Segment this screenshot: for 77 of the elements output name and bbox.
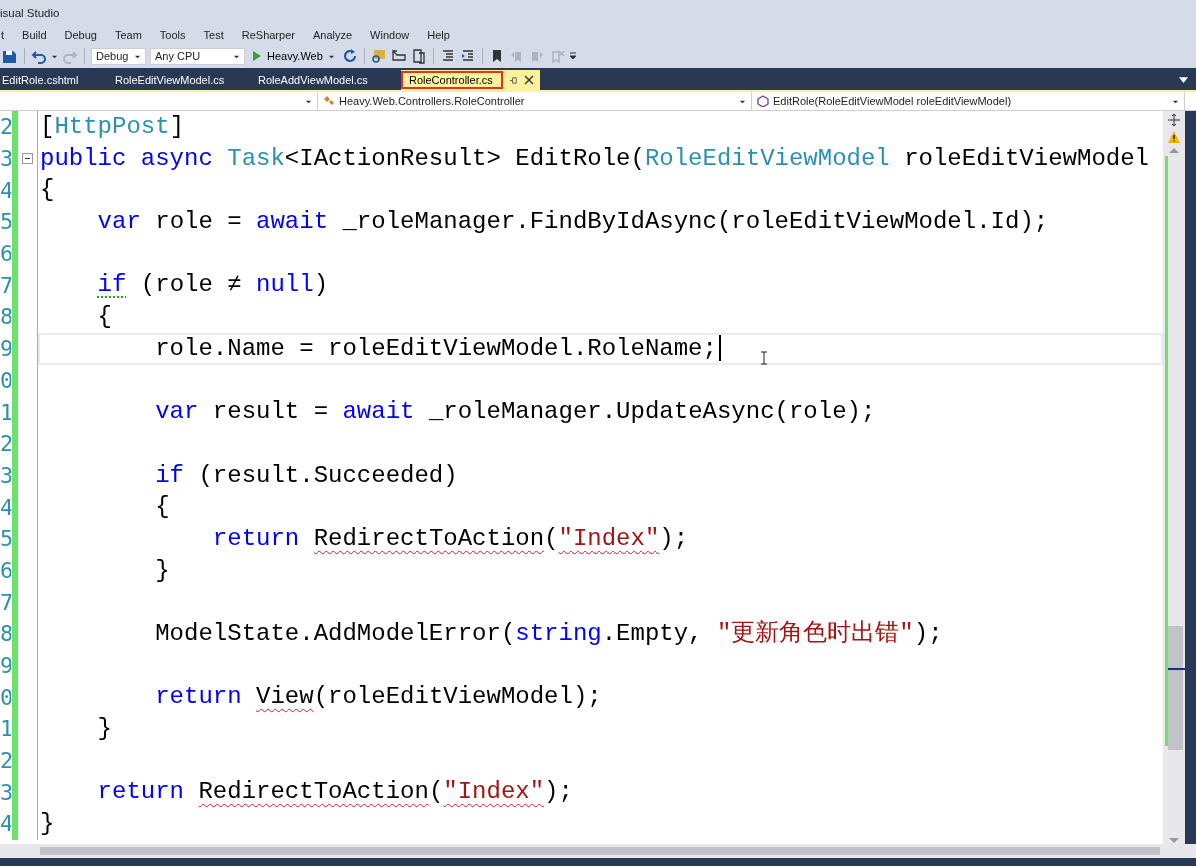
line-number: 3: [0, 779, 11, 805]
method-icon: [757, 95, 769, 107]
warning-icon: [1167, 130, 1181, 144]
line-number: 5: [0, 209, 11, 235]
code-line: public async Task<IActionResult> EditRole(RoleEditViewModel roleEditViewModel: [40, 143, 1150, 174]
line-number: 2: [0, 748, 11, 774]
code-line: if (role ≠ null): [96, 270, 330, 301]
close-icon[interactable]: [523, 75, 534, 85]
code-line: return View(roleEditViewModel);: [154, 682, 603, 713]
collapse-icon[interactable]: [22, 153, 33, 165]
code-line: return RedirectToAction("Index");: [211, 523, 690, 554]
document-icon[interactable]: [410, 48, 427, 64]
code-line: }: [96, 714, 113, 745]
caret-position-marker: [1168, 668, 1185, 670]
find-icon[interactable]: [370, 48, 387, 64]
line-number: 7: [0, 272, 11, 298]
menu-item[interactable]: Team: [105, 29, 151, 41]
platform-dropdown[interactable]: Any CPU: [150, 47, 245, 65]
line-number: 0: [0, 367, 11, 393]
tab-list-icon[interactable]: [1179, 75, 1188, 84]
split-icon[interactable]: [1167, 113, 1181, 127]
pin-icon[interactable]: [508, 75, 518, 85]
line-number: 6: [0, 241, 11, 267]
member-dropdown[interactable]: EditRole(RoleEditViewModel roleEditViewModel): [752, 92, 1185, 110]
line-number: 3: [0, 462, 11, 488]
menu-item[interactable]: Debug: [55, 29, 106, 41]
code-line: {: [96, 302, 113, 333]
overflow-icon[interactable]: [568, 52, 577, 60]
window-title: isual Studio: [0, 7, 60, 19]
menu-item[interactable]: ReSharper: [232, 29, 304, 41]
refresh-icon[interactable]: [341, 48, 358, 64]
line-number: 5: [0, 526, 11, 552]
code-line: var result = await _roleManager.UpdateAsync(role);: [154, 397, 877, 428]
menu-item[interactable]: Tools: [150, 29, 195, 41]
line-number: 1: [0, 716, 11, 742]
line-number: 2: [0, 431, 11, 457]
undo-icon[interactable]: [31, 48, 47, 64]
line-number: 8: [0, 621, 11, 647]
menu-item[interactable]: Test: [194, 29, 233, 41]
start-button[interactable]: Heavy.Web: [249, 50, 338, 62]
class-dropdown[interactable]: Heavy.Web.Controllers.RoleController: [318, 92, 752, 110]
horizontal-scrollbar-thumb[interactable]: [40, 847, 1160, 855]
class-icon: [323, 95, 335, 107]
line-number: 0: [0, 684, 11, 710]
code-line: }: [154, 555, 171, 586]
play-icon: [252, 51, 262, 61]
line-number: 1: [0, 399, 11, 425]
file-tab[interactable]: EditRole.cshtml: [0, 70, 113, 90]
menu-item[interactable]: Window: [361, 29, 419, 41]
line-number: 6: [0, 557, 11, 583]
scrollbar-thumb[interactable]: [1168, 626, 1183, 750]
line-number: 9: [0, 336, 11, 362]
code-line: if (result.Succeeded): [154, 460, 459, 491]
code-line: {: [40, 175, 56, 206]
code-line: ModelState.AddModelError(string.Empty, "更新角色时出错");: [154, 619, 944, 649]
file-tab[interactable]: RoleController.cs: [401, 70, 540, 90]
menu-item[interactable]: Analyze: [303, 29, 362, 41]
code-line: {: [154, 492, 171, 523]
line-number: 8: [0, 304, 11, 330]
line-number: 3: [0, 146, 11, 172]
code-line: return RedirectToAction("Index");: [96, 777, 574, 808]
save-icon[interactable]: [2, 48, 18, 64]
text-cursor-icon: [760, 351, 768, 365]
redo-icon: [62, 48, 78, 64]
outdent-icon[interactable]: [459, 48, 476, 64]
menu-item[interactable]: Build: [13, 29, 56, 41]
configuration-dropdown[interactable]: Debug: [91, 47, 146, 65]
code-line: var role = await _roleManager.FindByIdAsync(roleEditViewModel.Id);: [96, 207, 1050, 238]
menu-item[interactable]: Help: [418, 29, 459, 41]
file-tab[interactable]: RoleEditViewModel.cs: [113, 70, 256, 90]
file-tab[interactable]: RoleAddViewModel.cs: [256, 70, 396, 90]
code-line: [HttpPost]: [40, 112, 186, 142]
line-number: 7: [0, 589, 11, 615]
line-number: 2: [0, 114, 11, 140]
code-line: }: [40, 809, 56, 840]
menu-item[interactable]: t: [1, 29, 14, 41]
line-number: 9: [0, 653, 11, 679]
